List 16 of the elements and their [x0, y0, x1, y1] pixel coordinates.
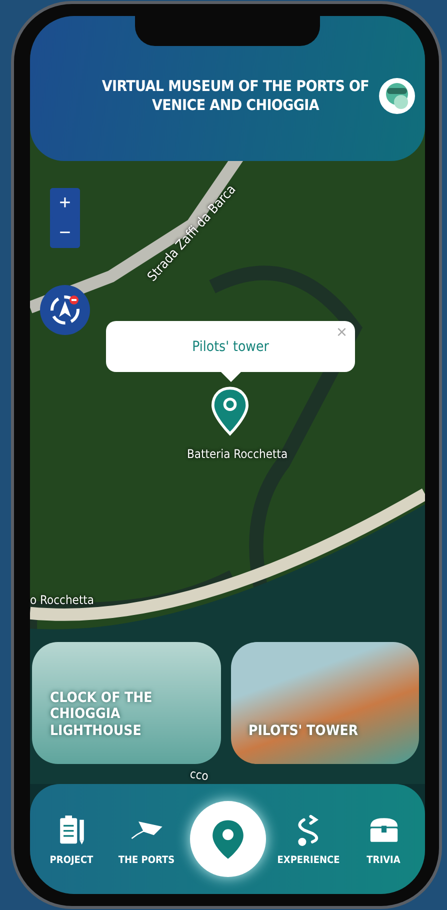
location-compass-icon[interactable] [40, 285, 90, 335]
card-title: PILOTS' TOWER [248, 723, 358, 740]
map-pin-icon[interactable] [211, 386, 249, 436]
marker-label: Batteria Rocchetta [187, 447, 288, 461]
nav-tab[interactable]: TRIVIA [352, 812, 416, 866]
app-title: VIRTUAL MUSEUM OF THE PORTS OF VENICE AND CHIOGGIA [100, 76, 370, 114]
nav-tab[interactable]: EXPERIENCE [276, 812, 340, 866]
mascot-logo-icon [377, 76, 417, 116]
popup-title: Pilots' tower [192, 338, 269, 354]
nav-tab[interactable]: THE PORTS [114, 812, 178, 866]
place-label: cco [189, 766, 210, 784]
nav-tab[interactable] [190, 801, 266, 877]
card-title: CLOCK OF THE CHIOGGIA LIGHTHOUSE [50, 690, 154, 740]
nav-tab[interactable]: PROJECT [40, 812, 104, 866]
place-label: o Rocchetta [30, 593, 94, 607]
poi-card[interactable]: PILOTS' TOWER [230, 642, 419, 764]
